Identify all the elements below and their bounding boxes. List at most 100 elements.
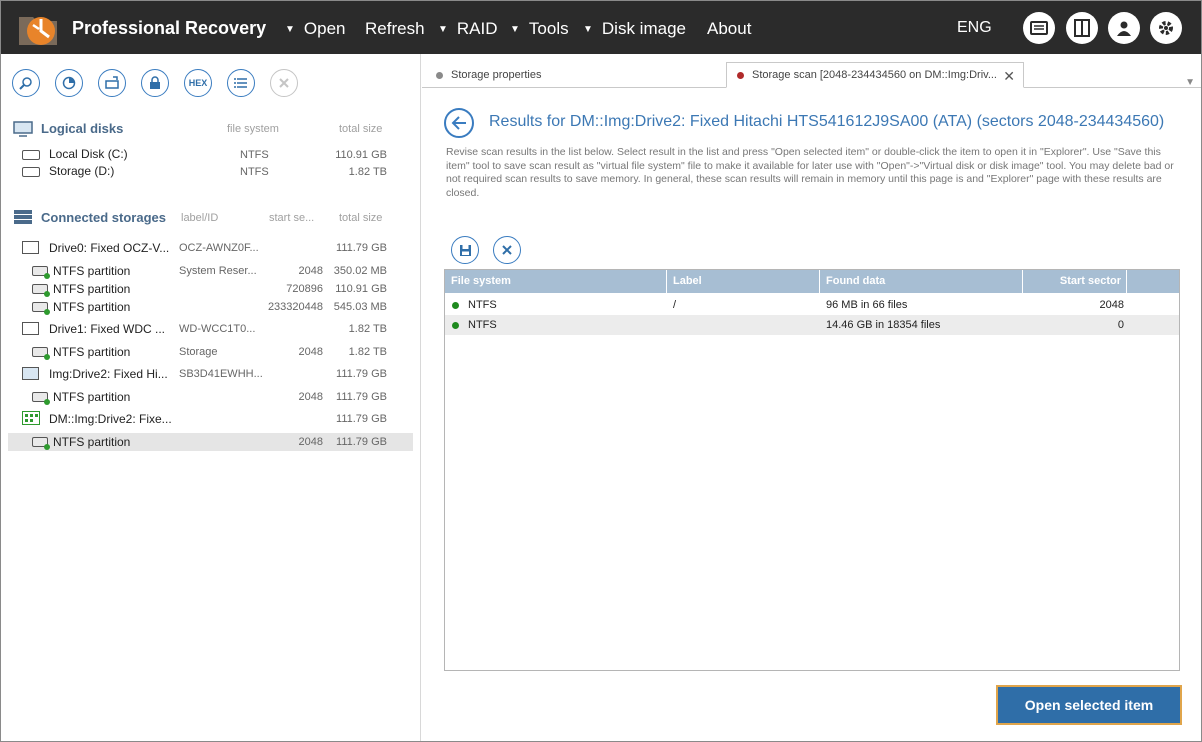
storage-item[interactable]: NTFS partition [53, 390, 130, 404]
storage-start: 2048 [298, 436, 323, 448]
storage-start: 2048 [298, 346, 323, 358]
partition-icon [32, 347, 50, 360]
storage-start: 720896 [286, 283, 323, 295]
storage-item[interactable]: NTFS partition [53, 282, 130, 296]
open-selected-item-button[interactable]: Open selected item [996, 685, 1182, 725]
hard-disk-icon [22, 150, 40, 160]
cell-start-sector: 2048 [1099, 299, 1124, 311]
caret-down-icon: ▼ [438, 23, 448, 35]
device-map-icon [22, 411, 40, 430]
storage-size: 111.79 GB [336, 368, 387, 380]
storage-size: 1.82 TB [348, 346, 387, 358]
close-tab-icon[interactable]: ✕ [1003, 68, 1015, 85]
column-header-found-data[interactable]: Found data [820, 270, 1023, 293]
right-pane: Storage properties Storage scan [2048-23… [422, 54, 1201, 741]
storage-size: 111.79 GB [336, 413, 387, 425]
table-row[interactable]: NTFS 14.46 GB in 18354 files 0 [445, 315, 1179, 335]
logical-disk-name[interactable]: Storage (D:) [49, 164, 114, 178]
menu-tools[interactable]: ▼ Tools [510, 19, 569, 39]
storage-label: OCZ-AWNZ0F... [179, 242, 259, 254]
hex-label: HEX [188, 78, 208, 88]
cell-file-system: NTFS [468, 319, 497, 331]
tab-bar: Storage properties Storage scan [2048-23… [422, 62, 1201, 88]
menu-label: Refresh [365, 19, 425, 38]
storage-item[interactable]: Drive1: Fixed WDC ... [49, 322, 165, 336]
partition-icon [32, 284, 50, 297]
column-header-file-system[interactable]: File system [445, 270, 667, 293]
cell-found-data: 96 MB in 66 files [826, 299, 908, 311]
caret-down-icon: ▼ [510, 23, 520, 35]
tab-status-dot [436, 71, 443, 79]
column-label-id: label/ID [181, 212, 219, 224]
partition-icon [32, 392, 50, 405]
storage-size: 111.79 GB [336, 436, 387, 448]
menu-raid[interactable]: ▼ RAID [438, 19, 498, 39]
column-file-system: file system [227, 123, 279, 135]
list-icon[interactable] [227, 69, 255, 97]
monitor-icon [13, 121, 33, 142]
table-row[interactable]: NTFS / 96 MB in 66 files 2048 [445, 295, 1179, 315]
status-ok-icon [452, 302, 459, 309]
partition-icon [32, 437, 50, 450]
menu-about[interactable]: About [707, 19, 751, 39]
save-icon[interactable] [451, 236, 479, 264]
storage-label: WD-WCC1T0... [179, 323, 256, 335]
storage-start: 2048 [298, 391, 323, 403]
tab-overflow-icon[interactable]: ▼ [1185, 77, 1195, 88]
menu-label: RAID [456, 19, 498, 38]
logical-disks-title: Logical disks [41, 121, 124, 136]
storage-item[interactable]: NTFS partition [53, 300, 130, 314]
tab-storage-scan[interactable]: Storage scan [2048-234434560 on DM::Img:… [726, 62, 1024, 88]
results-table: File system Label Found data Start secto… [444, 269, 1180, 671]
back-button[interactable] [444, 108, 474, 138]
storage-size: 111.79 GB [336, 242, 387, 254]
storage-size: 111.79 GB [336, 391, 387, 403]
search-icon[interactable] [12, 69, 40, 97]
results-description: Revise scan results in the list below. S… [446, 146, 1174, 199]
storage-item[interactable]: NTFS partition [53, 345, 130, 359]
logical-disk-name[interactable]: Local Disk (C:) [49, 147, 128, 161]
create-image-icon[interactable] [98, 69, 126, 97]
storage-label: SB3D41EWHH... [179, 368, 263, 380]
partition-scan-icon[interactable] [55, 69, 83, 97]
tab-label: Storage properties [451, 69, 542, 81]
user-icon[interactable] [1108, 12, 1140, 44]
app-logo-icon [17, 9, 63, 49]
storage-item[interactable]: Img:Drive2: Fixed Hi... [49, 367, 168, 381]
menu-open[interactable]: ▼ Open [285, 19, 346, 39]
column-header-start-sector[interactable]: Start sector [1023, 270, 1127, 293]
menu-refresh[interactable]: Refresh [365, 19, 425, 39]
cell-file-system: NTFS [468, 299, 497, 311]
menu-disk-image[interactable]: ▼ Disk image [583, 19, 686, 39]
log-icon[interactable] [1023, 12, 1055, 44]
menu-label: Tools [528, 19, 569, 38]
storage-item[interactable]: DM::Img:Drive2: Fixe... [49, 412, 172, 426]
connected-storages-title: Connected storages [41, 210, 166, 225]
cell-found-data: 14.46 GB in 18354 files [826, 319, 941, 331]
storage-item[interactable]: NTFS partition [53, 264, 130, 278]
hard-disk-icon [22, 167, 40, 177]
storage-label: System Reser... [179, 265, 257, 277]
cell-label: / [673, 299, 677, 311]
storage-size: 545.03 MB [333, 301, 387, 313]
language-selector[interactable]: ENG [957, 19, 992, 37]
panel-toggle-icon[interactable] [1066, 12, 1098, 44]
storage-label: Storage [179, 346, 218, 358]
close-icon[interactable] [270, 69, 298, 97]
column-header-label[interactable]: Label [667, 270, 820, 293]
delete-result-icon[interactable] [493, 236, 521, 264]
storage-item-selected[interactable]: NTFS partition [53, 435, 130, 449]
storage-item[interactable]: Drive0: Fixed OCZ-V... [49, 241, 169, 255]
cell-start-sector: 0 [1117, 319, 1124, 331]
tab-storage-properties[interactable]: Storage properties [436, 62, 542, 88]
storage-start: 2048 [298, 265, 323, 277]
logical-disk-fs: NTFS [240, 149, 269, 161]
disk-image-icon [22, 367, 39, 380]
storage-size: 350.02 MB [333, 265, 387, 277]
hex-viewer-button[interactable]: HEX [184, 69, 212, 97]
column-total-size: total size [339, 212, 383, 224]
app-title: Professional Recovery [72, 18, 267, 38]
lock-icon[interactable] [141, 69, 169, 97]
gear-icon[interactable] [1150, 12, 1182, 44]
logical-disk-size: 1.82 TB [348, 166, 387, 178]
